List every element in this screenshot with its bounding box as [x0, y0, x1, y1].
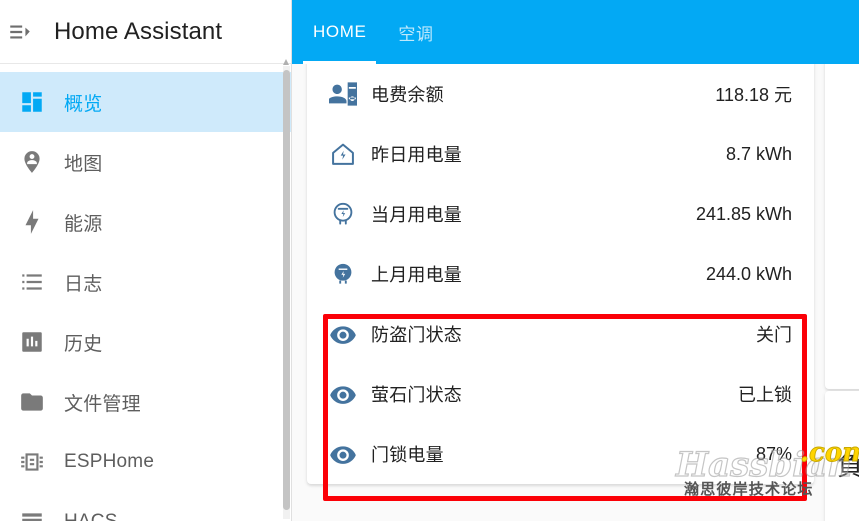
- scrollbar-thumb[interactable]: [283, 70, 290, 510]
- meter-electric-outline-icon: [315, 200, 371, 228]
- right-card-top[interactable]: [825, 64, 859, 389]
- tab-label: HOME: [313, 22, 367, 41]
- entity-row-yesterday-energy[interactable]: 昨日用电量 8.7 kWh: [307, 124, 814, 184]
- sidebar-item-label: 历史: [64, 333, 103, 355]
- map-marker-account-icon: [0, 149, 64, 175]
- tab-home[interactable]: HOME: [297, 0, 382, 64]
- sidebar-item-label: 地图: [64, 153, 103, 175]
- sidebar: Home Assistant 概览 地图 能源 日志 历史 文件管理 ESPHo…: [0, 0, 292, 521]
- entity-row-door-lock-battery[interactable]: 门锁电量 87%: [307, 424, 814, 484]
- sidebar-item-map[interactable]: 地图: [0, 132, 291, 192]
- tab-label: 空调: [398, 24, 434, 44]
- sidebar-item-logbook[interactable]: 日志: [0, 252, 291, 312]
- entity-row-ezviz-door-state[interactable]: 萤石门状态 已上锁: [307, 364, 814, 424]
- entity-name: 上月用电量: [371, 265, 462, 285]
- entity-row-month-energy[interactable]: 当月用电量 241.85 kWh: [307, 184, 814, 244]
- eye-icon: [315, 440, 371, 468]
- menu-open-icon[interactable]: [0, 0, 46, 64]
- lightning-bolt-icon: [0, 209, 64, 235]
- entity-value: 已上锁: [738, 385, 792, 405]
- sidebar-item-hacs[interactable]: HACS: [0, 492, 291, 521]
- right-card-bottom[interactable]: 負: [825, 391, 859, 521]
- entity-row-last-month-energy[interactable]: 上月用电量 244.0 kWh: [307, 244, 814, 304]
- entity-value: 244.0 kWh: [705, 263, 792, 284]
- chart-box-icon: [0, 329, 64, 355]
- sidebar-item-history[interactable]: 历史: [0, 312, 291, 372]
- entity-row-security-door-state[interactable]: 防盗门状态 关门: [307, 304, 814, 364]
- sidebar-item-file-manager[interactable]: 文件管理: [0, 372, 291, 432]
- sidebar-item-energy[interactable]: 能源: [0, 192, 291, 252]
- entity-name: 萤石门状态: [371, 385, 462, 405]
- entity-value: 关门: [756, 325, 792, 345]
- home-assistant-window: Home Assistant 概览 地图 能源 日志 历史 文件管理 ESPHo…: [0, 0, 859, 521]
- sidebar-item-label: ESPHome: [64, 451, 155, 472]
- entity-value: 8.7 kWh: [725, 143, 792, 164]
- sidebar-nav-list: 概览 地图 能源 日志 历史 文件管理 ESPHome: [0, 64, 291, 521]
- sidebar-item-label: 能源: [64, 213, 103, 235]
- sidebar-item-overview[interactable]: 概览: [0, 72, 291, 132]
- main-region: HOME 空调 負 电费余额 118.18 元 昨日用电量 8.7 kWh 当月…: [292, 0, 859, 521]
- tab-aircon[interactable]: 空调: [382, 0, 449, 64]
- sidebar-item-label: 概览: [64, 93, 103, 115]
- app-title: Home Assistant: [54, 17, 223, 45]
- eye-icon: [315, 320, 371, 348]
- store-icon: [0, 509, 64, 521]
- eye-icon: [315, 380, 371, 408]
- entity-value: 241.85 kWh: [695, 203, 792, 224]
- view-tabs: HOME 空调: [292, 0, 859, 64]
- entity-name: 当月用电量: [371, 205, 462, 225]
- sidebar-item-label: 文件管理: [64, 393, 141, 415]
- sidebar-item-esphome[interactable]: ESPHome: [0, 432, 291, 492]
- entity-row-electricity-balance[interactable]: 电费余额 118.18 元: [307, 64, 814, 124]
- entity-name: 昨日用电量: [371, 145, 462, 165]
- home-lightning-bolt-icon: [315, 140, 371, 168]
- entity-value: 118.18 元: [715, 85, 792, 105]
- view-dashboard-icon: [0, 89, 64, 115]
- sidebar-item-label: 日志: [64, 273, 103, 295]
- sidebar-header: Home Assistant: [0, 0, 291, 64]
- entity-value: 87%: [755, 443, 792, 464]
- account-cash-icon: [315, 80, 371, 108]
- entities-card: 电费余额 118.18 元 昨日用电量 8.7 kWh 当月用电量 241.85…: [307, 64, 814, 484]
- sidebar-scrollbar[interactable]: [283, 59, 290, 519]
- entity-name: 防盗门状态: [371, 325, 462, 345]
- right-card-text: 負: [837, 451, 859, 481]
- dashboard-content: 負 电费余额 118.18 元 昨日用电量 8.7 kWh 当月用电量 241.…: [292, 64, 859, 521]
- meter-electric-icon: [315, 260, 371, 288]
- format-list-bulleted-icon: [0, 269, 64, 295]
- entity-name: 门锁电量: [371, 445, 444, 465]
- chip-icon: [0, 449, 64, 475]
- sidebar-item-label: HACS: [64, 511, 118, 521]
- top-toolbar: HOME 空调: [292, 0, 859, 64]
- entity-name: 电费余额: [371, 85, 444, 105]
- folder-icon: [0, 389, 64, 415]
- scroll-up-arrow-icon[interactable]: [283, 59, 289, 65]
